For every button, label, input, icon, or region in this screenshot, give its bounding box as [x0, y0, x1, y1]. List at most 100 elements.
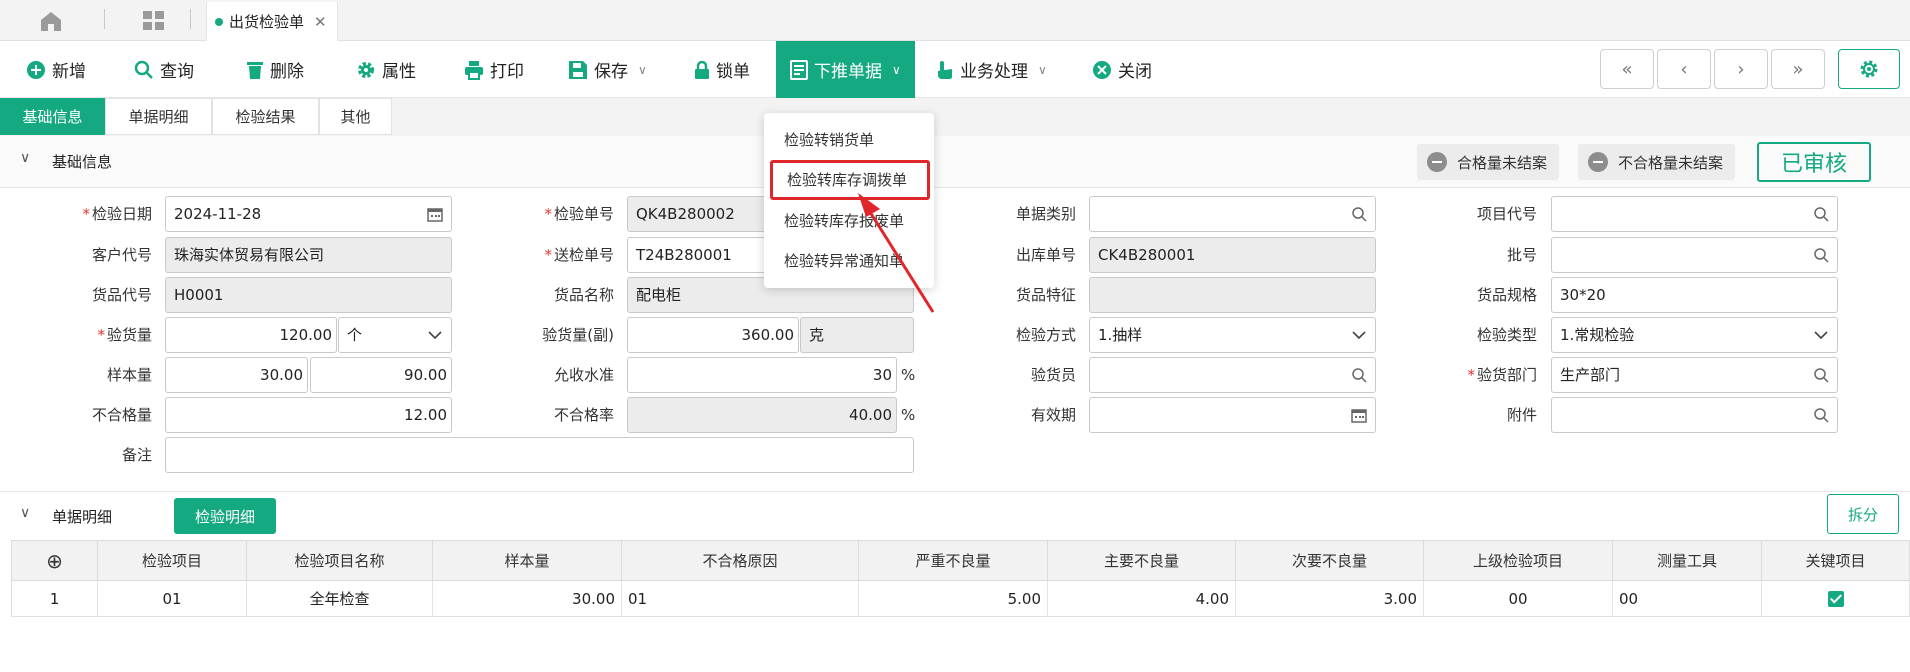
chevron-down-icon: ∨	[1038, 62, 1047, 77]
new-button[interactable]: 新增	[26, 41, 86, 98]
add-row-icon[interactable]: ⊕	[11, 540, 98, 581]
inspect-qty2-field[interactable]: 360.00	[627, 317, 799, 353]
column-header[interactable]: 次要不良量	[1235, 540, 1424, 581]
inspect-date-field[interactable]: 2024-11-28	[165, 196, 452, 232]
prev-icon: ‹	[1680, 58, 1688, 80]
properties-button[interactable]: 属性	[356, 41, 416, 98]
close-tab-icon[interactable]: ✕	[314, 13, 327, 31]
print-label: 打印	[490, 62, 524, 82]
project-code-field[interactable]	[1551, 196, 1838, 232]
search-icon	[1814, 368, 1829, 383]
cell-tool[interactable]: 00	[1612, 580, 1762, 617]
remark-field[interactable]	[165, 437, 914, 473]
inspect-qty-field[interactable]: 120.00	[165, 317, 337, 353]
menu-item-scrap[interactable]: 检验转库存报废单	[764, 201, 934, 241]
doc-category-field[interactable]	[1089, 196, 1376, 232]
inspect-method-select[interactable]: 1.抽样	[1089, 317, 1376, 353]
settings-button[interactable]	[1838, 49, 1900, 89]
column-header[interactable]: 检验项目名称	[246, 540, 433, 581]
column-header[interactable]: 不合格原因	[621, 540, 859, 581]
next-record-button[interactable]: ›	[1714, 49, 1768, 89]
business-button[interactable]: 业务处理 ∨	[936, 41, 1047, 98]
sample-qty-field-2[interactable]: 90.00	[310, 357, 452, 393]
chevron-down-icon	[428, 331, 442, 340]
cell-parent[interactable]: 00	[1423, 580, 1613, 617]
cell-sample[interactable]: 30.00	[432, 580, 622, 617]
inspect-type-select[interactable]: 1.常规检验	[1551, 317, 1838, 353]
inspect-qty2-unit-field: 克	[800, 317, 914, 353]
search-icon	[134, 60, 153, 79]
push-down-label: 下推单据	[814, 62, 882, 82]
table-header-row: ⊕ 检验项目 检验项目名称 样本量 不合格原因 严重不良量 主要不良量 次要不良…	[11, 540, 1910, 581]
inspector-field[interactable]	[1089, 357, 1376, 393]
section-tabs: 基础信息 单据明细 检验结果 其他	[0, 98, 1910, 136]
save-button[interactable]: 保存 ∨	[568, 41, 647, 98]
inspect-no-label: * 检验单号	[544, 205, 614, 223]
column-header[interactable]: 样本量	[432, 540, 622, 581]
lock-button[interactable]: 锁单	[694, 41, 750, 98]
goods-code-label: 货品代号	[91, 286, 152, 304]
cell-item-name[interactable]: 全年检查	[246, 580, 433, 617]
last-record-button[interactable]: »	[1771, 49, 1825, 89]
project-code-label: 项目代号	[1476, 205, 1537, 223]
inspect-dept-field[interactable]: 生产部门	[1551, 357, 1838, 393]
tab-basic-info[interactable]: 基础信息	[0, 98, 105, 135]
inspect-qty-label: * 验货量	[97, 326, 152, 344]
sample-qty-field-1[interactable]: 30.00	[165, 357, 308, 393]
calendar-icon	[427, 208, 443, 222]
push-down-button[interactable]: 下推单据 ∨	[776, 41, 915, 98]
cell-key[interactable]	[1761, 580, 1910, 617]
inspect-qty-unit-select[interactable]: 个	[338, 317, 452, 353]
menu-item-sales[interactable]: 检验转销货单	[764, 120, 934, 160]
inspect-date-label: * 检验日期	[82, 205, 152, 223]
column-header[interactable]: 主要不良量	[1047, 540, 1236, 581]
first-record-button[interactable]: «	[1600, 49, 1654, 89]
tab-inspect-result[interactable]: 检验结果	[212, 98, 319, 135]
minus-circle-icon	[1588, 152, 1608, 172]
print-button[interactable]: 打印	[464, 41, 524, 98]
column-header[interactable]: 检验项目	[97, 540, 247, 581]
menu-item-transfer[interactable]: 检验转库存调拨单	[770, 160, 930, 200]
inspect-detail-tab[interactable]: 检验明细	[174, 498, 276, 534]
accept-level-field[interactable]: 30	[627, 357, 897, 393]
cell-item[interactable]: 01	[97, 580, 247, 617]
inspect-qty2-label: 验货量(副)	[542, 326, 614, 344]
goods-spec-field[interactable]: 30*20	[1551, 277, 1838, 313]
send-no-label: * 送检单号	[544, 246, 614, 264]
document-list-icon	[790, 59, 808, 80]
tab-other[interactable]: 其他	[319, 98, 392, 135]
close-button[interactable]: 关闭	[1092, 41, 1152, 98]
unqualified-qty-label: 不合格量	[91, 406, 152, 424]
home-icon[interactable]	[38, 10, 64, 32]
column-header[interactable]: 上级检验项目	[1423, 540, 1613, 581]
column-header[interactable]: 关键项目	[1761, 540, 1910, 581]
minus-circle-icon	[1427, 152, 1447, 172]
attachment-field[interactable]	[1551, 397, 1838, 433]
tab-document-detail[interactable]: 单据明细	[105, 98, 212, 135]
column-header[interactable]: 测量工具	[1612, 540, 1762, 581]
document-tab[interactable]: 出货检验单 ✕	[206, 2, 338, 41]
prev-record-button[interactable]: ‹	[1657, 49, 1711, 89]
collapse-chevron-icon[interactable]: ∨	[20, 150, 30, 166]
outbound-no-field: CK4B280001	[1089, 237, 1376, 273]
cell-major[interactable]: 4.00	[1047, 580, 1236, 617]
cell-critical[interactable]: 5.00	[858, 580, 1048, 617]
cell-minor[interactable]: 3.00	[1235, 580, 1424, 617]
chevron-down-icon: ∨	[638, 62, 647, 77]
collapse-chevron-icon[interactable]: ∨	[20, 505, 30, 521]
table-row[interactable]: 1 01 全年检查 30.00 01 5.00 4.00 3.00 00 00	[11, 580, 1910, 617]
unqualified-qty-field[interactable]: 12.00	[165, 397, 452, 433]
checkbox-checked-icon[interactable]	[1827, 591, 1844, 607]
inspect-method-label: 检验方式	[1015, 326, 1076, 344]
batch-no-field[interactable]	[1551, 237, 1838, 273]
trash-icon	[247, 61, 263, 79]
split-button[interactable]: 拆分	[1827, 494, 1899, 534]
inspect-detail-table: ⊕ 检验项目 检验项目名称 样本量 不合格原因 严重不良量 主要不良量 次要不良…	[11, 540, 1910, 617]
column-header[interactable]: 严重不良量	[858, 540, 1048, 581]
valid-period-field[interactable]	[1089, 397, 1376, 433]
cell-reason[interactable]: 01	[621, 580, 859, 617]
menu-item-exception[interactable]: 检验转异常通知单	[764, 241, 934, 281]
delete-button[interactable]: 删除	[246, 41, 304, 98]
apps-grid-icon[interactable]	[142, 10, 166, 32]
query-button[interactable]: 查询	[134, 41, 194, 98]
